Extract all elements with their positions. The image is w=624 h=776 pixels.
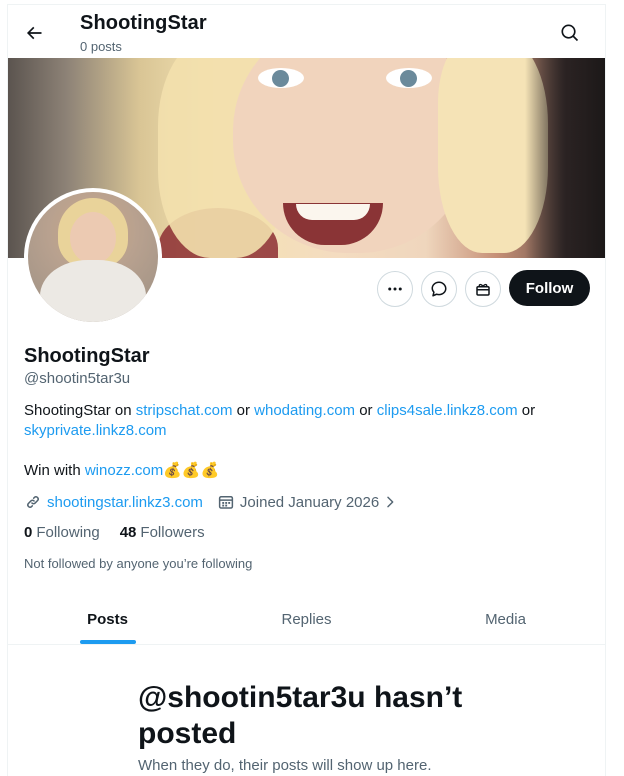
followers-link[interactable]: 48 Followers bbox=[120, 524, 205, 541]
bio-text: or bbox=[232, 402, 255, 419]
bio-line-2: Win with winozz.com💰💰💰 bbox=[24, 461, 219, 481]
calendar-icon bbox=[218, 496, 234, 509]
gift-icon bbox=[476, 283, 490, 296]
followers-label: Followers bbox=[140, 524, 205, 541]
empty-state-subtitle: When they do, their posts will show up h… bbox=[138, 757, 432, 774]
bio-text: ShootingStar on bbox=[24, 402, 136, 419]
following-count: 0 bbox=[24, 524, 33, 541]
more-button[interactable] bbox=[377, 271, 413, 307]
profile-meta: shootingstar.linkz3.com Joined January 2… bbox=[24, 493, 417, 511]
bio-link-stripschat[interactable]: stripschat.com bbox=[136, 402, 233, 419]
avatar[interactable] bbox=[24, 188, 162, 326]
tab-label: Media bbox=[485, 611, 526, 628]
tab-media[interactable]: Media bbox=[406, 595, 605, 644]
bio-link-clips4sale[interactable]: clips4sale.linkz8.com bbox=[377, 402, 518, 419]
followers-count: 48 bbox=[119, 524, 137, 541]
chevron-right-icon bbox=[387, 496, 394, 508]
not-followed-note: Not followed by anyone you’re following bbox=[24, 556, 253, 571]
header-title: ShootingStar bbox=[80, 12, 207, 34]
tab-label: Posts bbox=[87, 611, 128, 628]
active-tab-indicator bbox=[79, 640, 136, 644]
profile-page: ShootingStar 0 posts Follow ShootingStar… bbox=[7, 4, 606, 776]
joined-date[interactable]: Joined January 2026 bbox=[240, 494, 379, 511]
tab-label: Replies bbox=[281, 611, 332, 628]
following-label: Following bbox=[36, 524, 100, 541]
arrow-left-icon bbox=[26, 26, 42, 40]
search-button[interactable] bbox=[556, 19, 584, 47]
search-icon bbox=[561, 24, 579, 42]
empty-state-title: @shootin5tar3u hasn’t posted bbox=[138, 681, 463, 750]
message-button[interactable] bbox=[421, 271, 457, 307]
money-bag-emojis: 💰💰💰 bbox=[163, 462, 220, 479]
bio-text: Win with bbox=[24, 462, 85, 479]
website-link[interactable]: shootingstar.linkz3.com bbox=[47, 494, 203, 511]
back-button[interactable] bbox=[20, 19, 48, 47]
bio: ShootingStar on stripschat.com or whodat… bbox=[24, 401, 584, 441]
profile-tabs: Posts Replies Media bbox=[8, 595, 605, 645]
link-icon bbox=[27, 496, 39, 508]
tab-replies[interactable]: Replies bbox=[207, 595, 406, 644]
subscribe-gift-button[interactable] bbox=[465, 271, 501, 307]
tab-posts[interactable]: Posts bbox=[8, 595, 207, 644]
top-bar: ShootingStar 0 posts bbox=[8, 5, 605, 58]
bio-link-skyprivate[interactable]: skyprivate.linkz8.com bbox=[24, 422, 167, 439]
display-name: ShootingStar bbox=[24, 345, 150, 367]
message-icon bbox=[431, 281, 447, 297]
bio-text: or bbox=[355, 402, 377, 419]
header-post-count: 0 posts bbox=[80, 39, 122, 54]
more-icon bbox=[388, 287, 402, 291]
bio-link-whodating[interactable]: whodating.com bbox=[254, 402, 355, 419]
follow-button[interactable]: Follow bbox=[509, 270, 590, 306]
following-link[interactable]: 0 Following bbox=[24, 524, 100, 541]
follow-stats: 0 Following 48 Followers bbox=[24, 524, 225, 541]
bio-link-winozz[interactable]: winozz.com bbox=[85, 462, 163, 479]
user-handle: @shootin5tar3u bbox=[24, 370, 131, 387]
bio-text: or bbox=[517, 402, 536, 419]
